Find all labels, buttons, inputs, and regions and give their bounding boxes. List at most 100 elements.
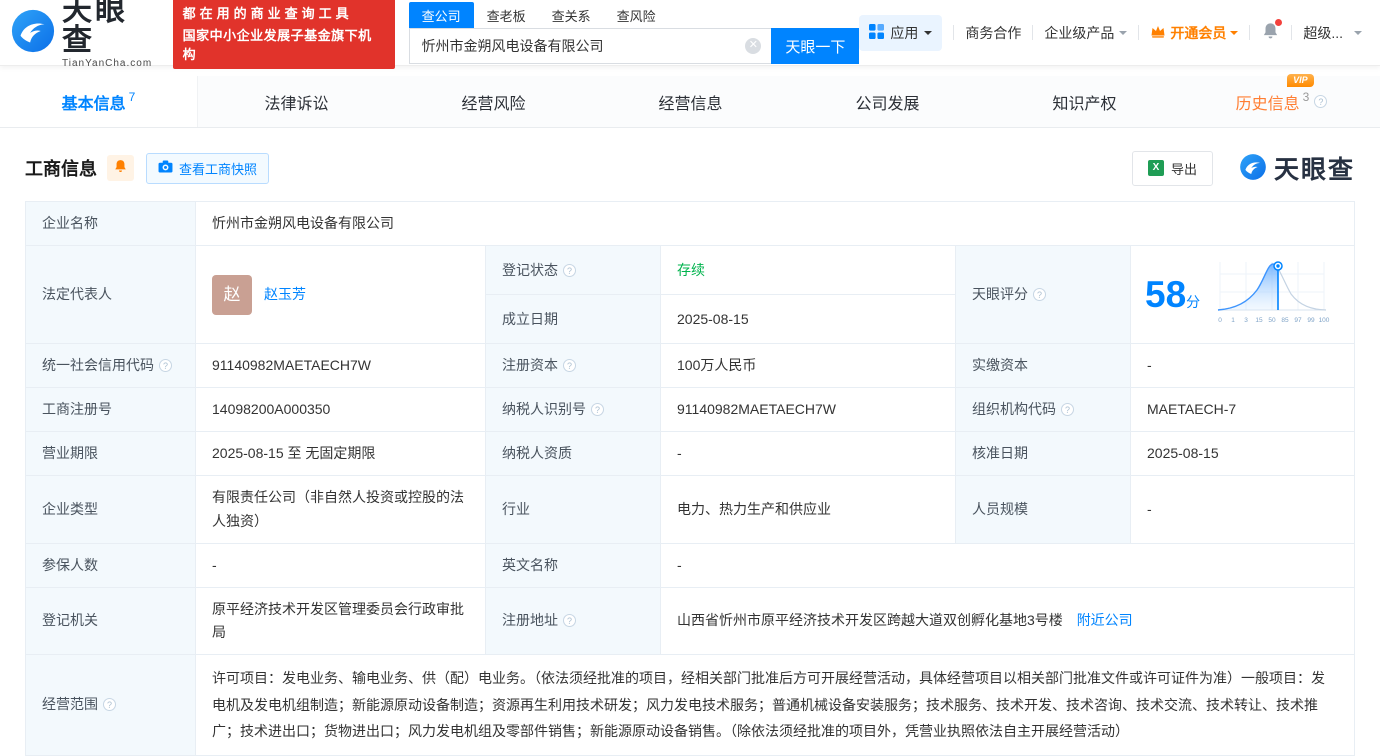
org-code-label: 组织机构代码? bbox=[956, 388, 1131, 432]
table-row: 登记机关 原平经济技术开发区管理委员会行政审批局 注册地址? 山西省忻州市原平经… bbox=[26, 587, 1355, 654]
notifications-button[interactable] bbox=[1261, 22, 1280, 44]
question-icon[interactable]: ? bbox=[1314, 95, 1327, 108]
table-row: 企业名称 忻州市金朔风电设备有限公司 bbox=[26, 202, 1355, 246]
search-button[interactable]: 天眼一下 bbox=[771, 28, 859, 64]
approval-date-value: 2025-08-15 bbox=[1131, 432, 1355, 476]
staff-size-label: 人员规模 bbox=[956, 476, 1131, 543]
svg-text:97: 97 bbox=[1295, 317, 1303, 324]
search-tab-boss[interactable]: 查老板 bbox=[474, 2, 539, 28]
watermark-logo: 天眼查 bbox=[1239, 150, 1355, 186]
svg-text:1: 1 bbox=[1231, 317, 1235, 324]
divider bbox=[1032, 25, 1033, 40]
question-icon[interactable]: ? bbox=[159, 359, 172, 372]
tianyancha-logo[interactable]: 天眼查 TianYanCha.com bbox=[10, 0, 161, 69]
org-code-value: MAETAECH-7 bbox=[1131, 388, 1355, 432]
taxpayer-id-label: 纳税人识别号? bbox=[486, 388, 661, 432]
search-input[interactable] bbox=[410, 38, 746, 54]
english-name-value: - bbox=[661, 543, 1355, 587]
business-term-label: 营业期限 bbox=[26, 432, 196, 476]
legal-rep-avatar[interactable]: 赵 bbox=[212, 275, 252, 315]
svg-text:100: 100 bbox=[1319, 317, 1330, 324]
apps-grid-icon bbox=[869, 24, 884, 42]
search-clear-icon[interactable]: ✕ bbox=[745, 38, 761, 54]
chevron-down-icon bbox=[1119, 31, 1127, 39]
brand-slogan-banner: 都在用的商业查询工具 国家中小企业发展子基金旗下机构 bbox=[173, 0, 395, 69]
staff-size-value: - bbox=[1131, 476, 1355, 543]
industry-value: 电力、热力生产和供应业 bbox=[661, 476, 956, 543]
reg-address-value: 山西省忻州市原平经济技术开发区跨越大道双创孵化基地3号楼 附近公司 bbox=[661, 587, 1355, 654]
apps-menu[interactable]: 应用 bbox=[859, 15, 942, 51]
paid-capital-value: - bbox=[1131, 344, 1355, 388]
tab-company-development[interactable]: 公司发展 bbox=[789, 76, 986, 127]
reg-number-value: 14098200A000350 bbox=[196, 388, 486, 432]
score-cell: 58分 bbox=[1131, 246, 1355, 344]
question-icon[interactable]: ? bbox=[591, 403, 604, 416]
nav-enterprise-products[interactable]: 企业级产品 bbox=[1044, 23, 1127, 43]
snapshot-label: 查看工商快照 bbox=[179, 159, 257, 178]
question-icon[interactable]: ? bbox=[563, 264, 576, 277]
legal-rep-label: 法定代表人 bbox=[26, 246, 196, 344]
tab-history-label: 历史信息 bbox=[1236, 90, 1300, 114]
reg-number-label: 工商注册号 bbox=[26, 388, 196, 432]
reg-status-value: 存续 bbox=[661, 246, 956, 295]
monitor-bell-button[interactable] bbox=[107, 155, 134, 181]
company-name-label: 企业名称 bbox=[26, 202, 196, 246]
section-title: 工商信息 bbox=[25, 155, 97, 181]
reg-address-text: 山西省忻州市原平经济技术开发区跨越大道双创孵化基地3号楼 bbox=[677, 612, 1063, 628]
reg-capital-value: 100万人民币 bbox=[661, 344, 956, 388]
question-icon[interactable]: ? bbox=[103, 698, 116, 711]
slogan-line1: 都在用的商业查询工具 bbox=[183, 3, 385, 22]
business-term-value: 2025-08-15 至 无固定期限 bbox=[196, 432, 486, 476]
vip-label: 开通会员 bbox=[1170, 23, 1226, 43]
view-business-snapshot-button[interactable]: 查看工商快照 bbox=[146, 153, 269, 184]
status-badge: 存续 bbox=[677, 262, 705, 278]
company-type-value: 有限责任公司（非自然人投资或控股的法人独资） bbox=[196, 476, 486, 543]
legal-rep-link[interactable]: 赵玉芳 bbox=[264, 283, 306, 306]
export-label: 导出 bbox=[1171, 159, 1197, 178]
question-icon[interactable]: ? bbox=[563, 359, 576, 372]
insured-count-label: 参保人数 bbox=[26, 543, 196, 587]
tab-basic-info[interactable]: 基本信息 7 bbox=[0, 76, 198, 127]
tianyancha-logo-icon bbox=[10, 8, 56, 57]
top-header: 天眼查 TianYanCha.com 都在用的商业查询工具 国家中小企业发展子基… bbox=[0, 0, 1380, 66]
question-icon[interactable]: ? bbox=[1033, 288, 1046, 301]
chevron-down-icon bbox=[1230, 31, 1238, 39]
nearby-companies-link[interactable]: 附近公司 bbox=[1077, 612, 1133, 628]
tab-operating-info[interactable]: 经营信息 bbox=[592, 76, 789, 127]
vip-badge: VIP bbox=[1287, 74, 1314, 87]
export-button[interactable]: X 导出 bbox=[1132, 151, 1213, 186]
search-tab-company[interactable]: 查公司 bbox=[409, 2, 474, 28]
score-label: 天眼评分? bbox=[956, 246, 1131, 344]
taxpayer-id-value: 91140982MAETAECH7W bbox=[661, 388, 956, 432]
tab-history-info[interactable]: 历史信息 VIP 3 ? bbox=[1183, 76, 1380, 127]
apps-label: 应用 bbox=[890, 23, 918, 43]
table-row: 统一社会信用代码? 91140982MAETAECH7W 注册资本? 100万人… bbox=[26, 344, 1355, 388]
tab-intellectual-property[interactable]: 知识产权 bbox=[986, 76, 1183, 127]
user-menu[interactable]: 超级... bbox=[1303, 23, 1343, 43]
company-page-tabs: 基本信息 7 法律诉讼 经营风险 经营信息 公司发展 知识产权 历史信息 VIP… bbox=[0, 76, 1380, 128]
company-type-label: 企业类型 bbox=[26, 476, 196, 543]
camera-icon bbox=[158, 160, 173, 176]
watermark-logo-icon bbox=[1239, 153, 1267, 184]
svg-text:99: 99 bbox=[1308, 317, 1316, 324]
svg-text:50: 50 bbox=[1269, 317, 1277, 324]
search-tab-risk[interactable]: 查风险 bbox=[604, 2, 669, 28]
question-icon[interactable]: ? bbox=[1061, 403, 1074, 416]
divider bbox=[953, 25, 954, 40]
tab-operating-risk[interactable]: 经营风险 bbox=[395, 76, 592, 127]
header-nav: 应用 商务合作 企业级产品 开通会员 bbox=[859, 15, 1362, 51]
tab-operation-label: 经营信息 bbox=[658, 90, 722, 114]
user-caret-icon bbox=[1354, 31, 1362, 39]
score-value: 58分 bbox=[1145, 276, 1200, 313]
divider bbox=[1138, 25, 1139, 40]
bell-icon bbox=[113, 159, 128, 177]
question-icon[interactable]: ? bbox=[563, 614, 576, 627]
tab-ip-label: 知识产权 bbox=[1052, 90, 1116, 114]
search-tab-relation[interactable]: 查关系 bbox=[539, 2, 604, 28]
industry-label: 行业 bbox=[486, 476, 661, 543]
tab-legal[interactable]: 法律诉讼 bbox=[198, 76, 395, 127]
nav-cooperation[interactable]: 商务合作 bbox=[965, 23, 1021, 43]
tab-development-label: 公司发展 bbox=[855, 90, 919, 114]
credit-code-value: 91140982MAETAECH7W bbox=[196, 344, 486, 388]
vip-membership-link[interactable]: 开通会员 bbox=[1150, 23, 1238, 43]
